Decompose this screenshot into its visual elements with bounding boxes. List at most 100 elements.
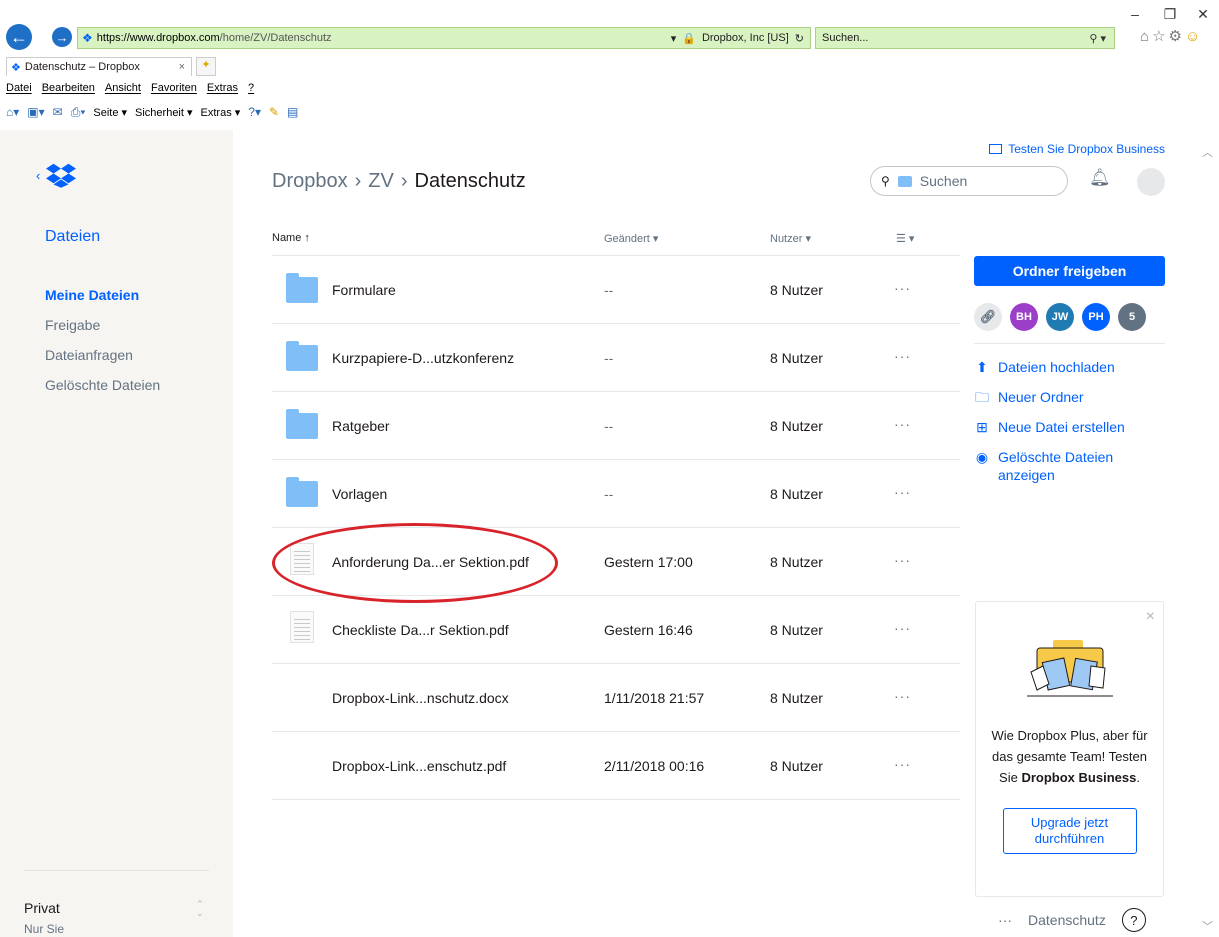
more-options-icon[interactable]: ···	[894, 620, 911, 636]
menu-ansicht[interactable]: Ansicht	[105, 82, 141, 94]
new-folder-action[interactable]: 🗀 Neuer Ordner	[974, 388, 1165, 406]
menu-favoriten[interactable]: Favoriten	[151, 82, 197, 94]
account-switcher[interactable]: Privat Nur Sie	[24, 900, 64, 936]
file-name[interactable]: Formulare	[332, 282, 396, 298]
more-options-icon[interactable]: ···	[998, 912, 1012, 928]
member-count-badge[interactable]: 5	[1118, 303, 1146, 331]
menu-bearbeiten[interactable]: Bearbeiten	[42, 82, 95, 94]
file-name[interactable]: Kurzpapiere-D...utzkonferenz	[332, 350, 514, 366]
sidebar-item-deleted-files[interactable]: Gelöschte Dateien	[45, 375, 160, 405]
forward-icon[interactable]: →	[52, 27, 72, 47]
sidebar-logo[interactable]: ‹	[36, 162, 77, 188]
more-options-icon[interactable]: ···	[894, 348, 911, 364]
browser-search-input[interactable]: Suchen... ⚲ ▾	[815, 27, 1115, 49]
breadcrumb: Dropbox › ZV › Datenschutz	[272, 170, 526, 193]
dropdown-icon[interactable]: ▾	[671, 32, 677, 45]
mail-icon[interactable]: ✉	[53, 105, 63, 119]
more-options-icon[interactable]: ···	[894, 756, 911, 772]
table-row[interactable]: Formulare -- 8 Nutzer ···	[272, 256, 960, 324]
restore-icon[interactable]: ❐	[1160, 6, 1180, 23]
close-window-icon[interactable]: ✕	[1193, 6, 1213, 23]
refresh-icon[interactable]: ↻	[795, 32, 804, 45]
action-label: Neuer Ordner	[998, 389, 1084, 405]
file-name[interactable]: Ratgeber	[332, 418, 390, 434]
table-row[interactable]: Dropbox-Link...nschutz.docx 1/11/2018 21…	[272, 664, 960, 732]
view-toggle-icon[interactable]: ☰ ▾	[896, 232, 914, 245]
home-icon[interactable]: ⌂▾	[6, 105, 19, 119]
sidebar-item-file-requests[interactable]: Dateianfragen	[45, 345, 160, 375]
link-icon[interactable]: 🔗︎	[974, 303, 1002, 331]
minimize-icon[interactable]: –	[1125, 6, 1145, 22]
avatar[interactable]	[1137, 168, 1165, 196]
addon-icon[interactable]: ✎	[269, 105, 279, 119]
file-name[interactable]: Anforderung Da...er Sektion.pdf	[332, 554, 529, 570]
scroll-down-icon[interactable]: ﹀	[1202, 918, 1213, 934]
sidebar-item-my-files[interactable]: Meine Dateien	[45, 285, 160, 315]
menu-extras[interactable]: Extras	[207, 82, 238, 94]
table-row[interactable]: Checkliste Da...r Sektion.pdf Gestern 16…	[272, 596, 960, 664]
file-name[interactable]: Vorlagen	[332, 486, 387, 502]
chevron-left-icon[interactable]: ‹	[36, 168, 40, 183]
column-modified[interactable]: Geändert ▾	[604, 232, 658, 245]
new-file-action[interactable]: ⊞ Neue Datei erstellen	[974, 418, 1165, 436]
more-options-icon[interactable]: ···	[894, 280, 911, 296]
extras-menu[interactable]: Extras ▾	[201, 106, 241, 119]
table-row[interactable]: Vorlagen -- 8 Nutzer ···	[272, 460, 960, 528]
show-deleted-files-action[interactable]: ◉ Gelöschte Dateien anzeigen	[974, 448, 1165, 484]
sidebar-files-title[interactable]: Dateien	[45, 228, 100, 246]
notification-bell-icon[interactable]: 🔔︎	[1089, 168, 1111, 188]
member-avatar[interactable]: BH	[1010, 303, 1038, 331]
close-tab-icon[interactable]: ×	[179, 61, 185, 73]
site-identity[interactable]: Dropbox, Inc [US]	[702, 32, 789, 44]
breadcrumb-mid[interactable]: ZV	[368, 170, 394, 193]
breadcrumb-current: Datenschutz	[414, 170, 526, 192]
file-name[interactable]: Checkliste Da...r Sektion.pdf	[332, 622, 509, 638]
more-options-icon[interactable]: ···	[894, 416, 911, 432]
back-icon[interactable]: ←	[6, 24, 32, 50]
new-tab-button[interactable]: ✦	[196, 57, 216, 76]
smiley-icon[interactable]: ☺	[1185, 28, 1203, 45]
search-icon[interactable]: ⚲ ▾	[1089, 32, 1106, 45]
command-bar: ⌂▾ ▣▾ ✉ ⎙▾ Seite ▾ Sicherheit ▾ Extras ▾…	[0, 100, 1219, 124]
print-icon[interactable]: ⎙▾	[71, 105, 86, 120]
feeds-icon[interactable]: ▣▾	[27, 105, 44, 119]
search-input[interactable]: ⚲ Suchen	[870, 166, 1068, 196]
briefcase-illustration-icon	[1026, 640, 1113, 697]
member-avatar[interactable]: JW	[1046, 303, 1074, 331]
home-icon[interactable]: ⌂	[1140, 28, 1152, 45]
share-folder-button[interactable]: Ordner freigeben	[974, 256, 1165, 286]
seite-menu[interactable]: Seite ▾	[93, 106, 127, 119]
table-row[interactable]: Anforderung Da...er Sektion.pdf Gestern …	[272, 528, 960, 596]
table-row[interactable]: Kurzpapiere-D...utzkonferenz -- 8 Nutzer…	[272, 324, 960, 392]
more-options-icon[interactable]: ···	[894, 552, 911, 568]
more-options-icon[interactable]: ···	[894, 484, 911, 500]
table-row[interactable]: Ratgeber -- 8 Nutzer ···	[272, 392, 960, 460]
help-icon[interactable]: ?	[1121, 908, 1146, 932]
close-icon[interactable]: ×	[1146, 608, 1155, 626]
menu-help[interactable]: ?	[248, 82, 254, 94]
member-avatar[interactable]: PH	[1082, 303, 1110, 331]
sidebar-item-sharing[interactable]: Freigabe	[45, 315, 160, 345]
settings-gear-icon[interactable]: ⚙	[1169, 28, 1185, 45]
dropbox-logo-icon[interactable]	[46, 162, 77, 188]
more-options-icon[interactable]: ···	[894, 688, 911, 704]
file-name[interactable]: Dropbox-Link...enschutz.pdf	[332, 758, 506, 774]
help-icon[interactable]: ?▾	[248, 105, 261, 119]
menu-datei[interactable]: Datei	[6, 82, 32, 94]
browser-tab[interactable]: ❖ Datenschutz – Dropbox ×	[6, 57, 192, 76]
table-row[interactable]: Dropbox-Link...enschutz.pdf 2/11/2018 00…	[272, 732, 960, 800]
scroll-up-icon[interactable]: ︿	[1202, 144, 1213, 160]
breadcrumb-root[interactable]: Dropbox	[272, 170, 348, 193]
research-icon[interactable]: ▤	[287, 105, 298, 119]
column-name[interactable]: Name ↑	[272, 232, 310, 244]
column-users[interactable]: Nutzer ▾	[770, 232, 811, 245]
file-name[interactable]: Dropbox-Link...nschutz.docx	[332, 690, 509, 706]
address-bar[interactable]: ❖ https://www.dropbox.com/home/ZV/Datens…	[77, 27, 811, 49]
business-trial-link[interactable]: Testen Sie Dropbox Business	[989, 142, 1165, 156]
favorites-star-icon[interactable]: ☆	[1152, 28, 1168, 45]
up-down-chevron-icon[interactable]: ⌃ ⌄	[196, 900, 204, 918]
upgrade-button[interactable]: Upgrade jetzt durchführen	[1002, 808, 1137, 854]
sicherheit-menu[interactable]: Sicherheit ▾	[135, 106, 193, 119]
file-users: 8 Nutzer	[770, 690, 823, 706]
upload-files-action[interactable]: ⬆ Dateien hochladen	[974, 358, 1165, 376]
